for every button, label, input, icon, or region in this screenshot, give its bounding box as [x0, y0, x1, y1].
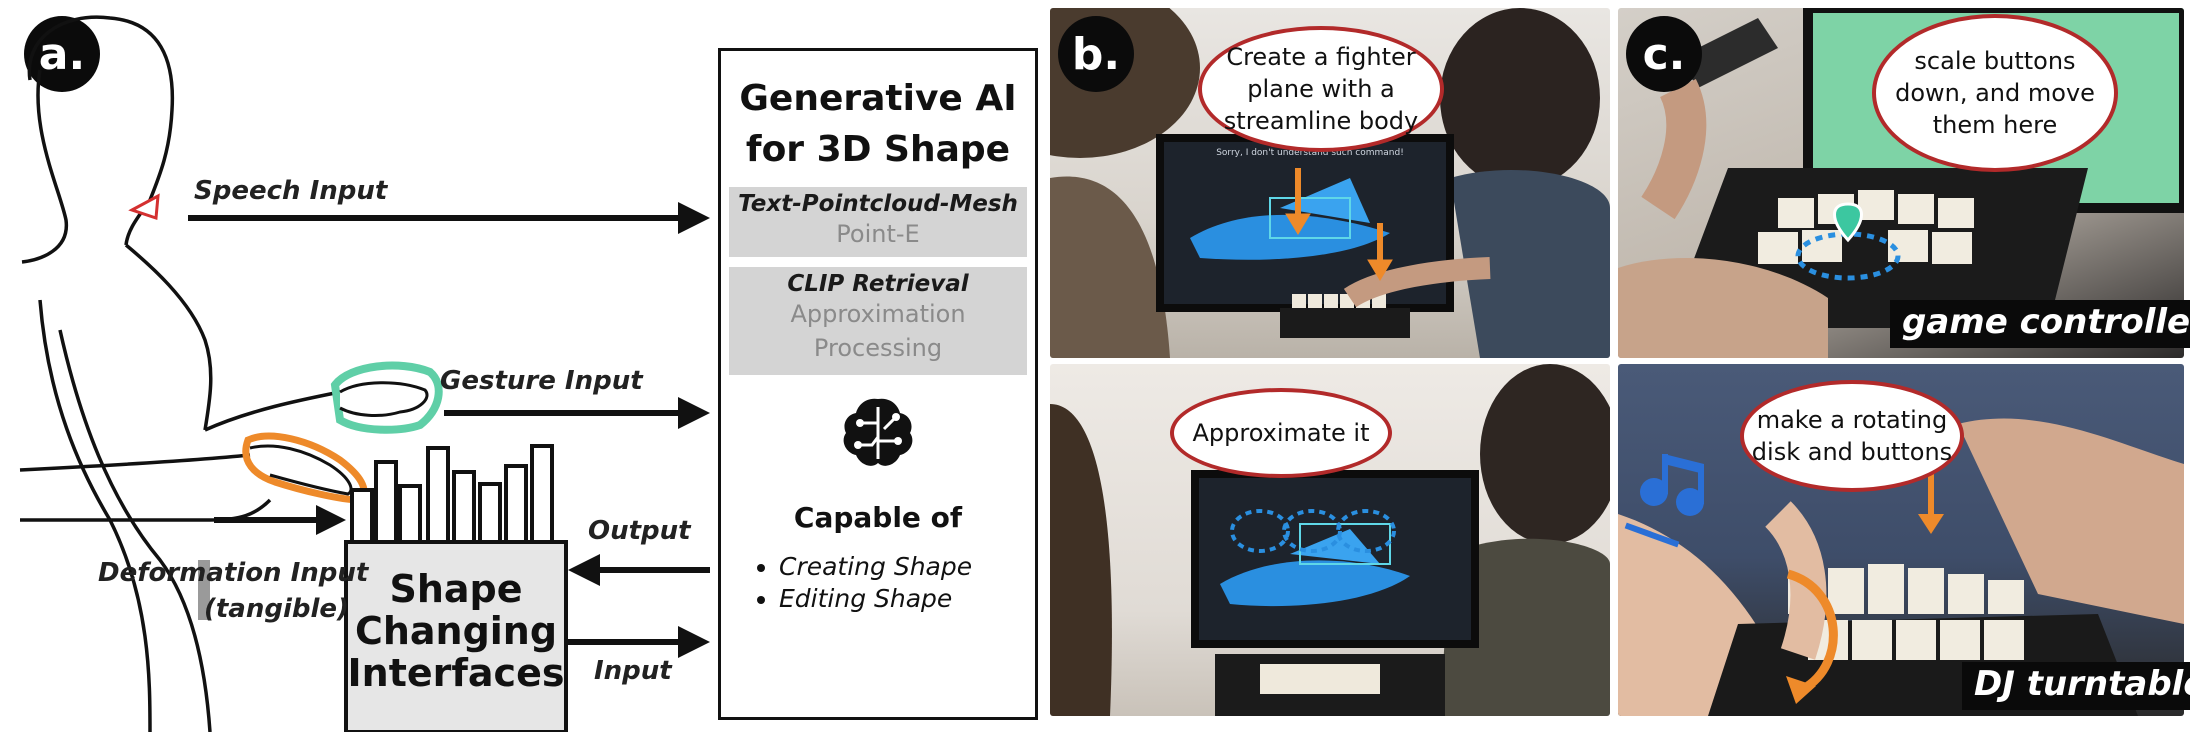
sci-line-2: Changing — [354, 609, 558, 653]
deformation-input-label: Deformation Input — [98, 558, 369, 588]
person-body-front — [58, 329, 212, 732]
caption-dj-turntable: DJ turntable — [1962, 662, 2190, 710]
speech-bubble-c-top: scale buttons down, and move them here — [1872, 14, 2118, 172]
method-2-sub-2: Processing — [813, 334, 943, 362]
pin-array-icon — [350, 444, 554, 544]
sci-line-3: Interfaces — [347, 651, 565, 695]
pointing-arm — [19, 453, 251, 472]
speech-bubble-b-top: Create a fighter plane with a streamline… — [1198, 26, 1444, 152]
speech-bubble-b-bottom: Approximate it — [1170, 388, 1392, 478]
speech-input-label: Speech Input — [194, 176, 388, 206]
person-back-outline — [21, 69, 68, 264]
caption-game-controller: game controller — [1890, 300, 2190, 348]
input-label: Input — [594, 656, 672, 686]
generative-ai-box: Generative AI for 3D Shape Text-Pointclo… — [718, 48, 1038, 720]
speech-bubble-c-bottom: make a rotating disk and buttons — [1740, 380, 1964, 492]
ai-box-title: Generative AI for 3D Shape — [721, 73, 1035, 175]
person-body-back — [38, 299, 152, 732]
sci-line-1: Shape — [389, 567, 523, 611]
panel-b-badge: b. — [1058, 16, 1134, 92]
bubble-line: plane with a — [1247, 75, 1395, 103]
capability-item: Creating Shape — [779, 551, 972, 583]
gesture-arm — [204, 390, 341, 432]
panel-c-badge: c. — [1626, 16, 1702, 92]
bubble-line: make a rotating — [1756, 406, 1948, 434]
sci-label: Shape Changing Interfaces — [346, 568, 566, 694]
bubble-line: disk and buttons — [1751, 438, 1953, 466]
method-clip: CLIP Retrieval Approximation Processing — [729, 267, 1027, 375]
method-1-title: Text-Pointcloud-Mesh — [738, 191, 1018, 217]
capable-of-title: Capable of — [793, 501, 963, 534]
gesture-input-label: Gesture Input — [440, 366, 643, 396]
ai-title-line-2: for 3D Shape — [745, 129, 1011, 170]
method-2-sub-1: Approximation — [790, 300, 966, 328]
deformation-tangible-label: (tangible) — [204, 594, 349, 624]
capability-item: Editing Shape — [779, 583, 972, 615]
bubble-line: Create a fighter — [1226, 43, 1416, 71]
person-neck-chest — [124, 243, 213, 431]
method-2-title: CLIP Retrieval — [787, 271, 969, 297]
output-label: Output — [588, 516, 691, 546]
gesture-hand — [339, 381, 429, 417]
bubble-line: scale buttons — [1914, 47, 2076, 75]
method-1-sub: Point-E — [836, 220, 920, 248]
bubble-line: them here — [1932, 111, 2058, 139]
mouth-icon — [128, 193, 160, 221]
method-point-e: Text-Pointcloud-Mesh Point-E — [729, 187, 1027, 257]
bubble-line: down, and move — [1895, 79, 2095, 107]
capabilities-list: Creating Shape Editing Shape — [755, 551, 972, 615]
ai-brain-icon — [843, 398, 913, 466]
ai-title-line-1: Generative AI — [739, 78, 1017, 119]
bubble-line: streamline body — [1223, 107, 1419, 135]
